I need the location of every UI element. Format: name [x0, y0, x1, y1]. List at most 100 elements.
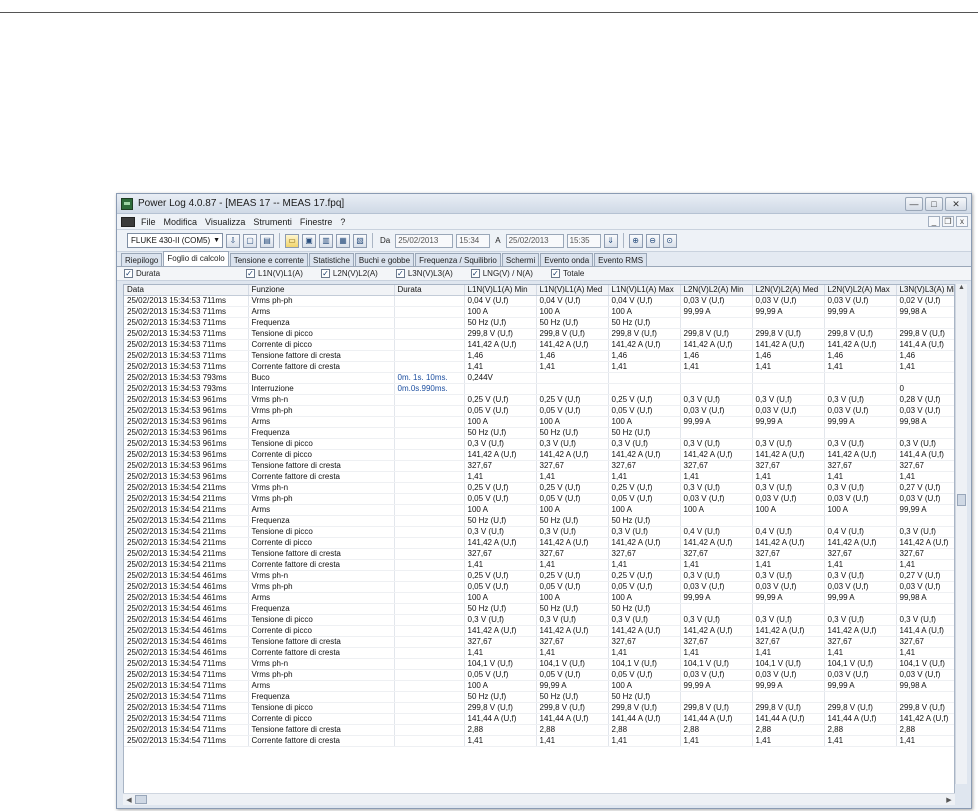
table-cell[interactable]: 100 A — [464, 680, 537, 692]
table-cell[interactable]: 25/02/2013 15:34:53 711ms — [124, 361, 249, 373]
table-cell[interactable]: 1,41 — [752, 471, 825, 483]
close-button[interactable]: ✕ — [945, 196, 967, 211]
table-cell[interactable]: 1,41 — [536, 735, 609, 747]
table-cell[interactable]: 327,67 — [824, 636, 897, 648]
table-cell[interactable] — [680, 603, 753, 615]
apply-range-icon[interactable]: ⇓ — [603, 233, 618, 248]
table-cell[interactable]: 327,67 — [680, 636, 753, 648]
table-cell[interactable]: 141,42 A (U,f) — [824, 449, 897, 461]
table-row[interactable]: 25/02/2013 15:34:54 711ms Frequenza 50 Hz … — [124, 691, 954, 703]
table-cell[interactable]: 25/02/2013 15:34:53 961ms — [124, 460, 249, 472]
table-cell[interactable]: Arms — [248, 592, 395, 604]
table-cell[interactable]: 141,42 A (U,f) — [680, 449, 753, 461]
table-cell[interactable]: 299,8 V (U,f) — [824, 702, 897, 714]
table-cell[interactable]: 104,1 V (U,f) — [608, 658, 681, 670]
table-cell[interactable]: 141,42 A (U,f) — [896, 713, 954, 725]
table-cell[interactable] — [394, 592, 465, 604]
tab-buchi-e-gobbe[interactable]: Buchi e gobbe — [354, 253, 415, 266]
table-cell[interactable]: 1,41 — [896, 559, 954, 571]
table-cell[interactable]: 0,25 V (U,f) — [464, 570, 537, 582]
table-cell[interactable] — [896, 515, 954, 527]
table-cell[interactable] — [752, 383, 825, 395]
table-cell[interactable]: 1,41 — [824, 559, 897, 571]
table-cell[interactable] — [394, 339, 465, 351]
table-cell[interactable] — [394, 317, 465, 329]
table-cell[interactable]: 50 Hz (U,f) — [536, 691, 609, 703]
table-cell[interactable]: 99,99 A — [752, 416, 825, 428]
tab-riepilogo[interactable]: Riepilogo — [121, 253, 163, 266]
table-cell[interactable]: 327,67 — [536, 460, 609, 472]
maximize-button[interactable]: □ — [925, 196, 943, 211]
table-cell[interactable]: 99,99 A — [680, 306, 753, 318]
table-cell[interactable]: 327,67 — [464, 548, 537, 560]
table-cell[interactable]: 25/02/2013 15:34:53 711ms — [124, 328, 249, 340]
table-cell[interactable]: 1,41 — [752, 647, 825, 659]
title-bar[interactable]: Power Log 4.0.87 - [MEAS 17 -- MEAS 17.f… — [117, 194, 971, 214]
table-cell[interactable]: 1,41 — [896, 361, 954, 373]
table-cell[interactable]: 0,3 V (U,f) — [536, 438, 609, 450]
table-cell[interactable]: 99,98 A — [896, 416, 954, 428]
table-row[interactable]: 25/02/2013 15:34:54 211ms Corrente di pic… — [124, 537, 954, 549]
tab-foglio-di-calcolo[interactable]: Foglio di calcolo — [163, 251, 229, 266]
table-cell[interactable]: 0,25 V (U,f) — [608, 482, 681, 494]
table-cell[interactable]: Frequenza — [248, 515, 395, 527]
zoom-out-icon[interactable]: ⊖ — [645, 233, 660, 248]
table-cell[interactable]: 0,03 V (U,f) — [752, 295, 825, 307]
table-cell[interactable]: 141,44 A (U,f) — [680, 713, 753, 725]
table-cell[interactable]: 25/02/2013 15:34:53 961ms — [124, 394, 249, 406]
table-cell[interactable] — [394, 559, 465, 571]
table-cell[interactable]: 25/02/2013 15:34:54 461ms — [124, 614, 249, 626]
filter-durata[interactable]: ✓ Durata — [124, 269, 160, 278]
table-cell[interactable]: 0,25 V (U,f) — [536, 482, 609, 494]
table-cell[interactable] — [752, 691, 825, 703]
table-cell[interactable]: Buco — [248, 372, 395, 384]
table-cell[interactable] — [394, 636, 465, 648]
table-cell[interactable] — [394, 614, 465, 626]
table-cell[interactable]: 104,1 V (U,f) — [536, 658, 609, 670]
column-header[interactable]: Funzione — [248, 285, 395, 296]
table-cell[interactable] — [896, 603, 954, 615]
table-cell[interactable]: 141,44 A (U,f) — [464, 713, 537, 725]
table-cell[interactable]: 0,3 V (U,f) — [752, 482, 825, 494]
to-date-input[interactable]: 25/02/2013 — [505, 233, 564, 248]
table-cell[interactable]: 100 A — [464, 306, 537, 318]
table-cell[interactable]: 1,41 — [824, 647, 897, 659]
table-cell[interactable] — [896, 317, 954, 329]
table-cell[interactable]: 25/02/2013 15:34:54 711ms — [124, 691, 249, 703]
mdi-minimize-button[interactable]: _ — [928, 216, 940, 227]
table-cell[interactable]: 141,42 A (U,f) — [824, 625, 897, 637]
save-icon[interactable]: ▣ — [302, 233, 316, 248]
table-cell[interactable]: 141,44 A (U,f) — [824, 713, 897, 725]
table-cell[interactable]: 0,3 V (U,f) — [608, 614, 681, 626]
table-cell[interactable]: 0,03 V (U,f) — [896, 581, 954, 593]
table-cell[interactable]: Vrms ph-n — [248, 658, 395, 670]
spreadsheet-grid[interactable]: Data Funzione Durata L1N(V)L1(A) Min L1N(V)L… — [123, 284, 955, 794]
table-cell[interactable]: 141,42 A (U,f) — [608, 339, 681, 351]
column-header[interactable]: L2N(V)L2(A) Med — [752, 285, 825, 296]
table-cell[interactable] — [752, 372, 825, 384]
table-cell[interactable]: 1,46 — [896, 350, 954, 362]
table-cell[interactable] — [896, 427, 954, 439]
table-cell[interactable]: 0,4 V (U,f) — [680, 526, 753, 538]
table-cell[interactable]: 0,03 V (U,f) — [824, 493, 897, 505]
table-cell[interactable]: 25/02/2013 15:34:53 961ms — [124, 405, 249, 417]
table-cell[interactable]: 299,8 V (U,f) — [824, 328, 897, 340]
table-cell[interactable]: 2,88 — [680, 724, 753, 736]
filter-l2[interactable]: ✓ L2N(V)L2(A) — [320, 269, 378, 278]
table-row[interactable]: 25/02/2013 15:34:53 711ms Vrms ph-ph 0,04 … — [124, 295, 954, 307]
table-cell[interactable]: 141,42 A (U,f) — [680, 537, 753, 549]
filter-totale[interactable]: ✓ Totale — [550, 269, 584, 278]
table-cell[interactable] — [824, 317, 897, 329]
table-cell[interactable]: 1,41 — [752, 559, 825, 571]
table-cell[interactable]: 327,67 — [896, 636, 954, 648]
table-cell[interactable]: 104,1 V (U,f) — [752, 658, 825, 670]
table-cell[interactable]: 99,99 A — [536, 680, 609, 692]
table-cell[interactable]: 50 Hz (U,f) — [536, 603, 609, 615]
table-cell[interactable]: 0,03 V (U,f) — [824, 405, 897, 417]
table-cell[interactable]: 50 Hz (U,f) — [536, 515, 609, 527]
tab-tensione-e-corrente[interactable]: Tensione e corrente — [229, 253, 308, 266]
table-cell[interactable] — [464, 383, 537, 395]
table-row[interactable]: 25/02/2013 15:34:54 711ms Vrms ph-n 104,1 … — [124, 658, 954, 670]
table-cell[interactable]: 0,27 V (U,f) — [896, 570, 954, 582]
column-header[interactable]: L2N(V)L2(A) Min — [680, 285, 753, 296]
